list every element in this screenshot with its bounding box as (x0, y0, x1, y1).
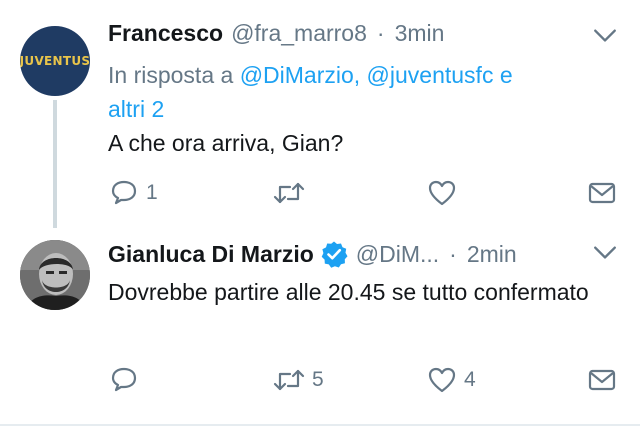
separator-dot: · (449, 240, 457, 267)
retweet-button[interactable]: 5 (272, 362, 324, 398)
avatar-gianluca[interactable] (20, 240, 90, 310)
like-button[interactable]: 4 (426, 362, 476, 398)
retweet-count: 5 (312, 368, 324, 391)
reply-button[interactable] (108, 362, 146, 398)
display-name[interactable]: Francesco (108, 20, 223, 47)
tweet-actions: 1 (108, 175, 628, 211)
like-icon (428, 367, 456, 393)
retweet-icon (273, 369, 305, 391)
like-button[interactable] (426, 175, 464, 211)
direct-message-button[interactable] (586, 175, 618, 211)
tweet-text: Dovrebbe partire alle 20.45 se tutto con… (108, 279, 589, 305)
reply-others-link[interactable]: altri 2 (108, 96, 164, 122)
tweet-header: Francesco @fra_marro8 · 3min (108, 15, 444, 51)
tweet-actions: 5 4 (108, 362, 628, 398)
tweet-francesco[interactable]: JUVENTUS Francesco @fra_marro8 · 3min In… (0, 0, 640, 228)
timestamp[interactable]: 3min (395, 20, 445, 47)
direct-message-icon (588, 369, 616, 391)
reply-context: In risposta a @DiMarzio, @juventusfc e a… (108, 58, 608, 126)
reply-count: 1 (146, 181, 158, 204)
retweet-button[interactable] (272, 175, 312, 211)
profile-photo (20, 240, 90, 310)
user-handle[interactable]: @DiM... (356, 241, 439, 268)
direct-message-icon (588, 182, 616, 204)
chevron-down-icon[interactable] (592, 22, 618, 48)
like-icon (428, 180, 456, 206)
user-handle[interactable]: @fra_marro8 (231, 20, 367, 47)
juventus-logo-text: JUVENTUS (20, 54, 90, 68)
timestamp[interactable]: 2min (467, 241, 517, 268)
tweet-header: Gianluca Di Marzio @DiM... · 2min (108, 236, 517, 272)
reply-prefix: In risposta a (108, 62, 234, 88)
reply-icon (111, 180, 137, 205)
direct-message-button[interactable] (586, 362, 618, 398)
separator-dot: · (376, 19, 385, 46)
thread-line (53, 100, 57, 228)
reply-mentions-link[interactable]: @DiMarzio, @juventusfc e (240, 62, 513, 88)
avatar-juventus[interactable]: JUVENTUS (20, 26, 90, 96)
tweet-text: A che ora arriva, Gian? (108, 130, 344, 156)
timeline-divider (0, 424, 640, 426)
reply-icon (111, 367, 137, 392)
verified-badge-icon (321, 241, 348, 268)
tweet-gianluca-di-marzio[interactable]: Gianluca Di Marzio @DiM... · 2min Dovreb… (0, 228, 640, 427)
like-count: 4 (464, 368, 476, 391)
reply-button[interactable]: 1 (108, 175, 158, 211)
retweet-icon (273, 182, 305, 204)
display-name[interactable]: Gianluca Di Marzio (108, 241, 314, 268)
chevron-down-icon[interactable] (592, 239, 618, 265)
